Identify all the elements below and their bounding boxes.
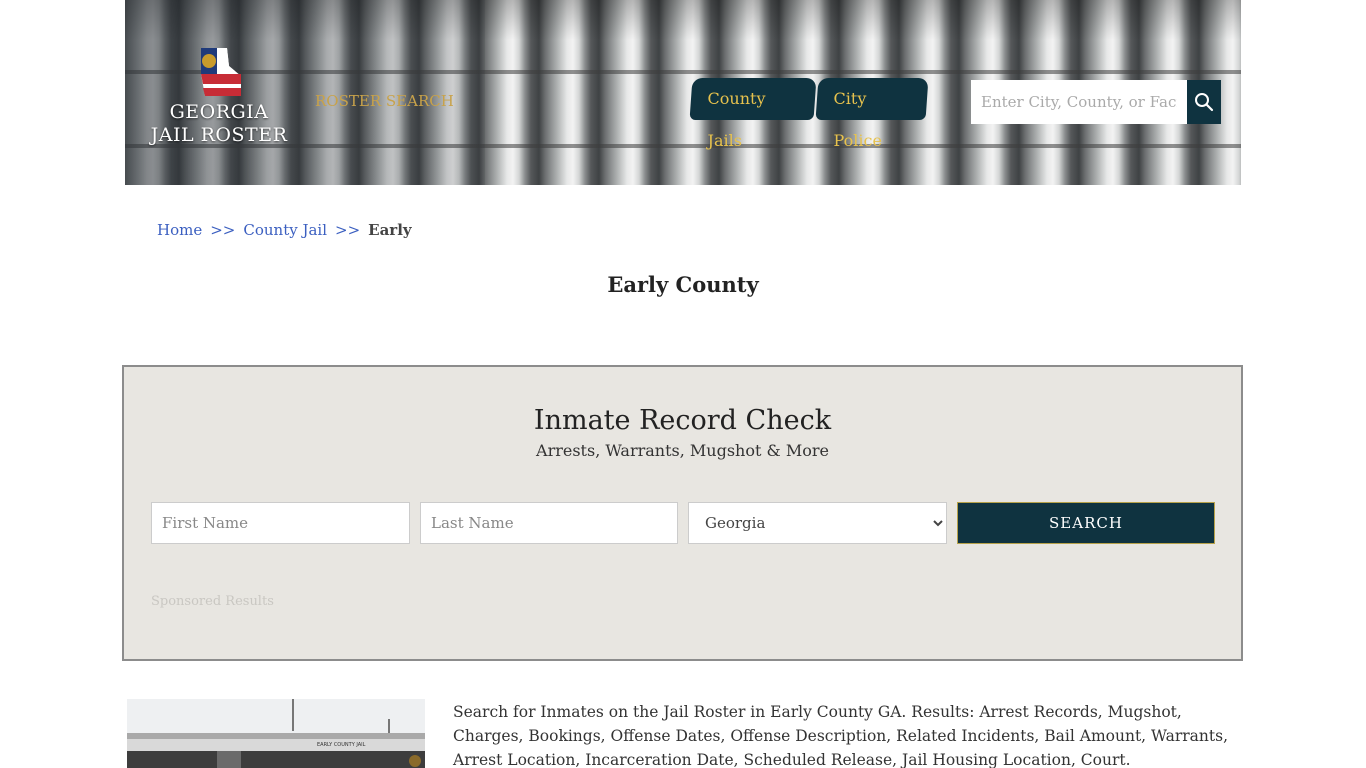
- breadcrumb-separator: >>: [335, 221, 361, 239]
- inmate-record-check-panel: Inmate Record Check Arrests, Warrants, M…: [122, 365, 1243, 661]
- panel-title: Inmate Record Check: [533, 405, 832, 436]
- site-search: [971, 80, 1221, 124]
- site-logo[interactable]: GEORGIA JAIL ROSTER: [149, 44, 289, 164]
- panel-subtitle: Arrests, Warrants, Mugshot & More: [536, 441, 829, 460]
- logo-text-line2: JAIL ROSTER: [150, 124, 288, 146]
- jail-sign-text: EARLY COUNTY JAIL: [317, 742, 366, 748]
- site-search-input[interactable]: [971, 80, 1187, 124]
- page-title: Early County: [607, 272, 759, 297]
- breadcrumb-separator: >>: [210, 221, 236, 239]
- breadcrumb-county-jail[interactable]: County Jail: [243, 221, 327, 239]
- site-header: GEORGIA JAIL ROSTER ROSTER SEARCH County…: [125, 0, 1241, 185]
- county-description: Search for Inmates on the Jail Roster in…: [453, 703, 1228, 768]
- site-search-button[interactable]: [1187, 80, 1221, 124]
- first-name-input[interactable]: [151, 502, 410, 544]
- breadcrumb-current: Early: [368, 221, 412, 239]
- search-button[interactable]: SEARCH: [957, 502, 1215, 544]
- jail-photo: EARLY COUNTY JAIL: [127, 699, 425, 768]
- georgia-map-icon: [201, 48, 241, 96]
- roster-search-link[interactable]: ROSTER SEARCH: [315, 92, 454, 110]
- last-name-input[interactable]: [420, 502, 678, 544]
- logo-text-line1: GEORGIA: [169, 101, 269, 123]
- state-select[interactable]: Georgia: [688, 502, 947, 544]
- nav-county-jails-label: County Jails: [707, 89, 766, 150]
- nav-county-jails[interactable]: County Jails: [689, 78, 817, 150]
- nav-city-police-label: City Police: [833, 89, 882, 150]
- sponsored-results-label: Sponsored Results: [151, 594, 274, 609]
- search-icon: [1195, 93, 1214, 112]
- nav-city-police[interactable]: City Police: [815, 78, 929, 150]
- jail-building-image: EARLY COUNTY JAIL: [127, 699, 425, 768]
- breadcrumb-home[interactable]: Home: [157, 221, 202, 239]
- breadcrumb: Home >> County Jail >> Early: [157, 221, 412, 239]
